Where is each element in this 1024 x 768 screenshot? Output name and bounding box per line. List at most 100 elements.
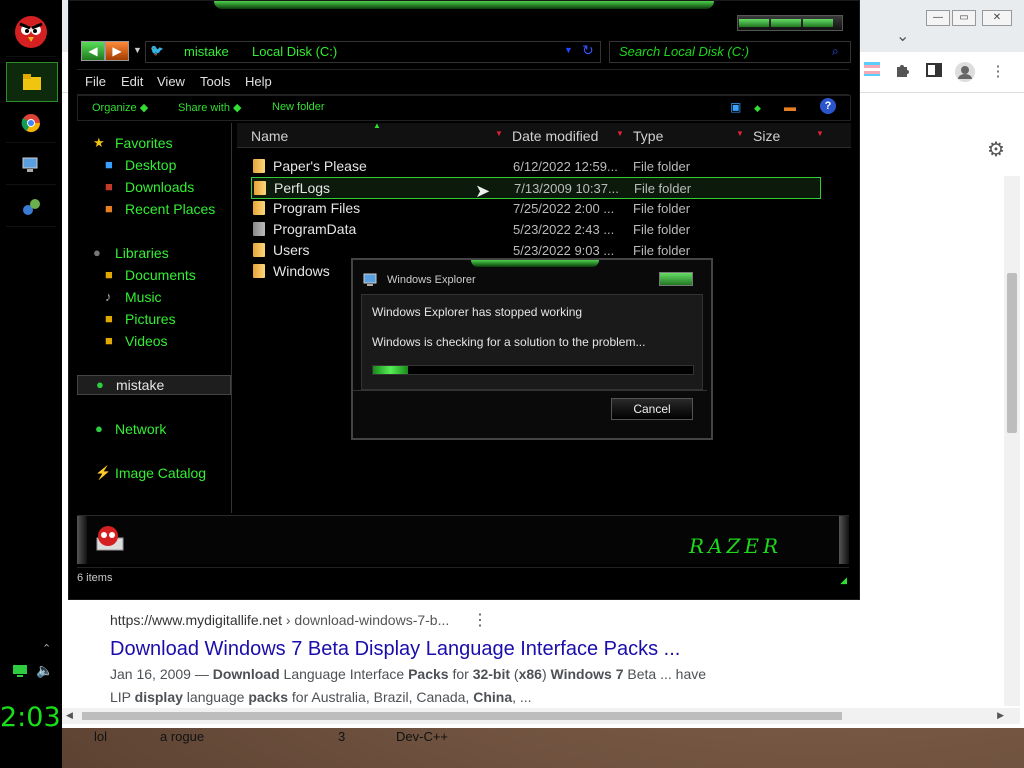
col-size-dropdown-icon[interactable]: ▼ xyxy=(816,129,824,138)
tab-search-chevron-icon[interactable]: ⌄ xyxy=(896,26,909,46)
monitor-tray-icon[interactable] xyxy=(12,664,28,681)
taskbar-item-3[interactable]: 3 xyxy=(338,729,345,744)
breadcrumb-drive[interactable]: Local Disk (C:) xyxy=(252,44,337,59)
result-snippet-line-2: LIP display language packs for Australia… xyxy=(110,686,730,709)
col-type-dropdown-icon[interactable]: ▼ xyxy=(736,129,744,138)
horizontal-scroll-thumb[interactable] xyxy=(82,712,842,720)
close-button[interactable] xyxy=(803,19,833,27)
back-arrow-icon[interactable]: ◀ xyxy=(81,41,105,61)
search-icon[interactable]: ⌕ xyxy=(832,44,839,59)
organize-button[interactable]: Organize ◆ xyxy=(92,101,148,114)
file-name: Windows xyxy=(273,263,330,279)
nav-downloads[interactable]: Downloads xyxy=(125,179,194,195)
nav-pictures[interactable]: Pictures xyxy=(125,311,176,327)
nav-recent-places[interactable]: Recent Places xyxy=(125,201,215,217)
menu-help[interactable]: Help xyxy=(245,74,272,89)
result-more-icon[interactable]: ⋮ xyxy=(472,610,488,630)
help-icon[interactable]: ? xyxy=(820,98,836,114)
share-with-button[interactable]: Share with ◆ xyxy=(178,101,242,114)
col-name[interactable]: Name xyxy=(251,128,288,144)
profile-avatar-icon[interactable] xyxy=(955,62,975,82)
file-date: 6/12/2022 12:59... xyxy=(513,159,618,174)
explorer-dock-icon[interactable] xyxy=(6,62,58,102)
nav-favorites[interactable]: Favorites xyxy=(115,135,173,151)
maximize-button[interactable] xyxy=(771,19,801,27)
status-bar: 6 items ◢ xyxy=(77,567,849,588)
col-size[interactable]: Size xyxy=(753,128,780,144)
window-controls[interactable] xyxy=(737,15,843,31)
nav-music[interactable]: Music xyxy=(125,289,162,305)
nav-videos[interactable]: Videos xyxy=(125,333,168,349)
view-dropdown-icon[interactable]: ◆ xyxy=(754,103,761,114)
nav-documents[interactable]: Documents xyxy=(125,267,196,283)
cancel-button[interactable]: Cancel xyxy=(611,398,693,420)
file-row[interactable]: ProgramData 5/23/2022 2:43 ... File fold… xyxy=(237,219,851,239)
side-panel-icon[interactable] xyxy=(924,62,944,82)
col-date-dropdown-icon[interactable]: ▼ xyxy=(616,129,624,138)
result-title-link[interactable]: Download Windows 7 Beta Display Language… xyxy=(110,638,680,661)
recent-pages-chevron-icon[interactable]: ▼ xyxy=(133,45,142,55)
refresh-icon[interactable]: ↻ xyxy=(582,42,594,59)
extension-flag-icon[interactable] xyxy=(862,62,882,82)
search-box[interactable]: Search Local Disk (C:) ⌕ xyxy=(609,41,851,63)
maximize-button[interactable]: ▭ xyxy=(952,10,976,26)
taskbar-item-devcpp[interactable]: Dev-C++ xyxy=(396,729,448,744)
taskbar-item-a-rogue[interactable]: a rogue xyxy=(160,729,204,744)
network-icon[interactable] xyxy=(6,188,56,227)
nav-desktop[interactable]: Desktop xyxy=(125,157,176,173)
close-button[interactable]: ✕ xyxy=(982,10,1012,26)
menu-kebab-icon[interactable]: ⋮ xyxy=(988,62,1008,82)
menu-view[interactable]: View xyxy=(157,74,185,89)
vertical-scrollbar[interactable] xyxy=(1004,176,1020,706)
minimize-button[interactable]: — xyxy=(926,10,950,26)
address-bar[interactable]: 🐦 mistake Local Disk (C:) ▼ ↻ xyxy=(145,41,601,63)
error-dialog: Windows Explorer Windows Explorer has st… xyxy=(351,258,713,440)
tray-up-icon[interactable]: ⌃ xyxy=(42,642,51,655)
file-row-selected[interactable]: PerfLogs 7/13/2009 10:37... File folder xyxy=(251,177,821,199)
new-folder-button[interactable]: New folder xyxy=(272,101,325,113)
column-header: ▲ Name ▼ Date modified ▼ Type ▼ Size ▼ xyxy=(237,121,851,148)
computer-icon[interactable] xyxy=(6,146,56,185)
result-url[interactable]: https://www.mydigitallife.net › download… xyxy=(110,612,449,628)
menu-edit[interactable]: Edit xyxy=(121,74,143,89)
view-options-icon[interactable]: ▣ xyxy=(730,100,741,114)
sort-indicator-icon: ▲ xyxy=(373,121,381,130)
angry-bird-icon[interactable] xyxy=(6,4,56,57)
vertical-scroll-thumb[interactable] xyxy=(1007,273,1017,433)
volume-icon[interactable]: 🔈 xyxy=(36,662,53,679)
forward-arrow-icon[interactable]: ▶ xyxy=(105,41,129,61)
clock[interactable]: 2:03 xyxy=(0,702,61,733)
dialog-title: Windows Explorer xyxy=(387,274,476,286)
breadcrumb-user[interactable]: mistake xyxy=(184,44,229,59)
nav-homegroup-user[interactable]: ● mistake xyxy=(77,375,231,395)
col-name-dropdown-icon[interactable]: ▼ xyxy=(495,129,503,138)
minimize-button[interactable] xyxy=(739,19,769,27)
file-row[interactable]: Program Files 7/25/2022 2:00 ... File fo… xyxy=(237,198,851,218)
progress-bar xyxy=(372,365,694,375)
extensions-puzzle-icon[interactable] xyxy=(892,62,912,82)
snippet-fragment: Download xyxy=(212,666,280,682)
resize-grip-icon[interactable]: ◢ xyxy=(840,575,847,586)
file-row[interactable]: Paper's Please 6/12/2022 12:59... File f… xyxy=(237,156,851,176)
snippet-fragment: Beta ... have xyxy=(623,666,707,682)
col-type[interactable]: Type xyxy=(633,128,663,144)
file-row[interactable]: Users 5/23/2022 9:03 ... File folder xyxy=(237,240,851,260)
address-dropdown-icon[interactable]: ▼ xyxy=(564,45,573,55)
taskbar-item-lol[interactable]: lol xyxy=(94,729,107,744)
chrome-icon[interactable] xyxy=(6,104,56,143)
nav-network[interactable]: Network xyxy=(115,421,166,437)
col-date-modified[interactable]: Date modified xyxy=(512,128,598,144)
scroll-right-icon[interactable]: ▶ xyxy=(997,710,1004,721)
preview-pane-icon[interactable]: ▬ xyxy=(784,100,796,114)
dialog-close-button[interactable] xyxy=(659,272,693,286)
nav-libraries[interactable]: Libraries xyxy=(115,245,169,261)
menu-file[interactable]: File xyxy=(85,74,106,89)
folder-icon xyxy=(254,181,266,195)
result-url-host: https://www.mydigitallife.net xyxy=(110,612,282,628)
nav-image-catalog[interactable]: Image Catalog xyxy=(115,465,206,481)
horizontal-scrollbar[interactable]: ◀ ▶ xyxy=(62,708,1020,724)
menu-tools[interactable]: Tools xyxy=(200,74,230,89)
settings-gear-icon[interactable]: ⚙ xyxy=(987,137,1005,162)
scroll-left-icon[interactable]: ◀ xyxy=(66,710,73,721)
share-with-label: Share with xyxy=(178,102,230,114)
